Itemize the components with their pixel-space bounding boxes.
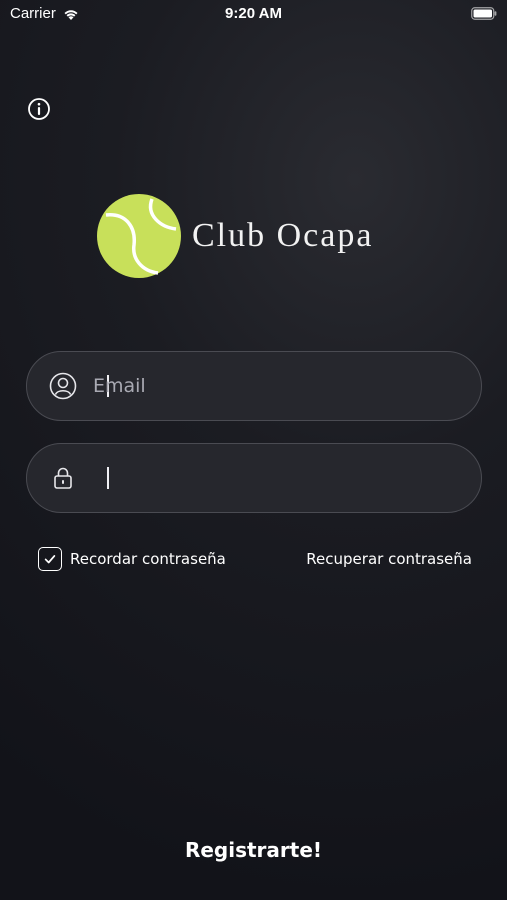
battery-icon xyxy=(471,7,497,20)
lock-icon xyxy=(54,467,72,489)
remember-label: Recordar contraseña xyxy=(70,550,226,568)
status-time: 9:20 AM xyxy=(225,5,282,22)
remember-password-toggle[interactable]: Recordar contraseña xyxy=(38,547,226,571)
tennis-ball-icon xyxy=(97,194,181,278)
remember-checkbox[interactable] xyxy=(38,547,62,571)
user-circle-icon xyxy=(49,372,77,400)
brand-name: Club Ocapa xyxy=(192,217,374,254)
checkmark-icon xyxy=(44,555,56,564)
password-field[interactable] xyxy=(26,443,482,513)
password-input[interactable] xyxy=(83,444,461,512)
club-logo: Club Ocapa xyxy=(96,192,416,280)
register-link[interactable]: Registrarte! xyxy=(0,838,507,862)
email-field[interactable] xyxy=(26,351,482,421)
info-button[interactable] xyxy=(27,97,51,121)
info-circle-icon xyxy=(28,98,50,120)
email-input[interactable] xyxy=(83,352,461,420)
status-bar: Carrier 9:20 AM xyxy=(0,0,507,30)
recover-password-link[interactable]: Recuperar contraseña xyxy=(306,550,472,568)
